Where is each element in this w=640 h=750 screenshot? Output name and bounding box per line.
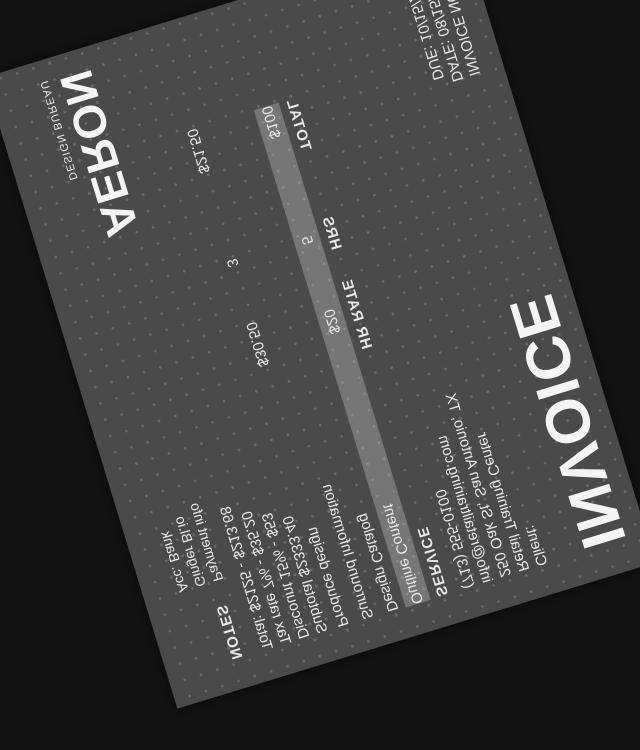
service-table: SERVICE HR RATE HRS TOTAL Outline Conten… xyxy=(179,95,455,630)
row-hours xyxy=(273,219,291,276)
invoice-paper: INVOICE INVOICE NO: 188 DATE: 08/15/2024… xyxy=(0,0,640,709)
notes-label: NOTES xyxy=(212,602,246,662)
notes-block: Payment info Ginger Bl.io Acc. Bank xyxy=(114,378,227,595)
invoice-meta: INVOICE NO: 188 DATE: 08/15/2024 DUE: 10… xyxy=(396,0,483,90)
brand-block: AERON DESIGN BUREAU xyxy=(37,63,150,246)
row-hours xyxy=(249,227,267,284)
document-stage: INVOICE INVOICE NO: 188 DATE: 08/15/2024… xyxy=(0,0,640,750)
